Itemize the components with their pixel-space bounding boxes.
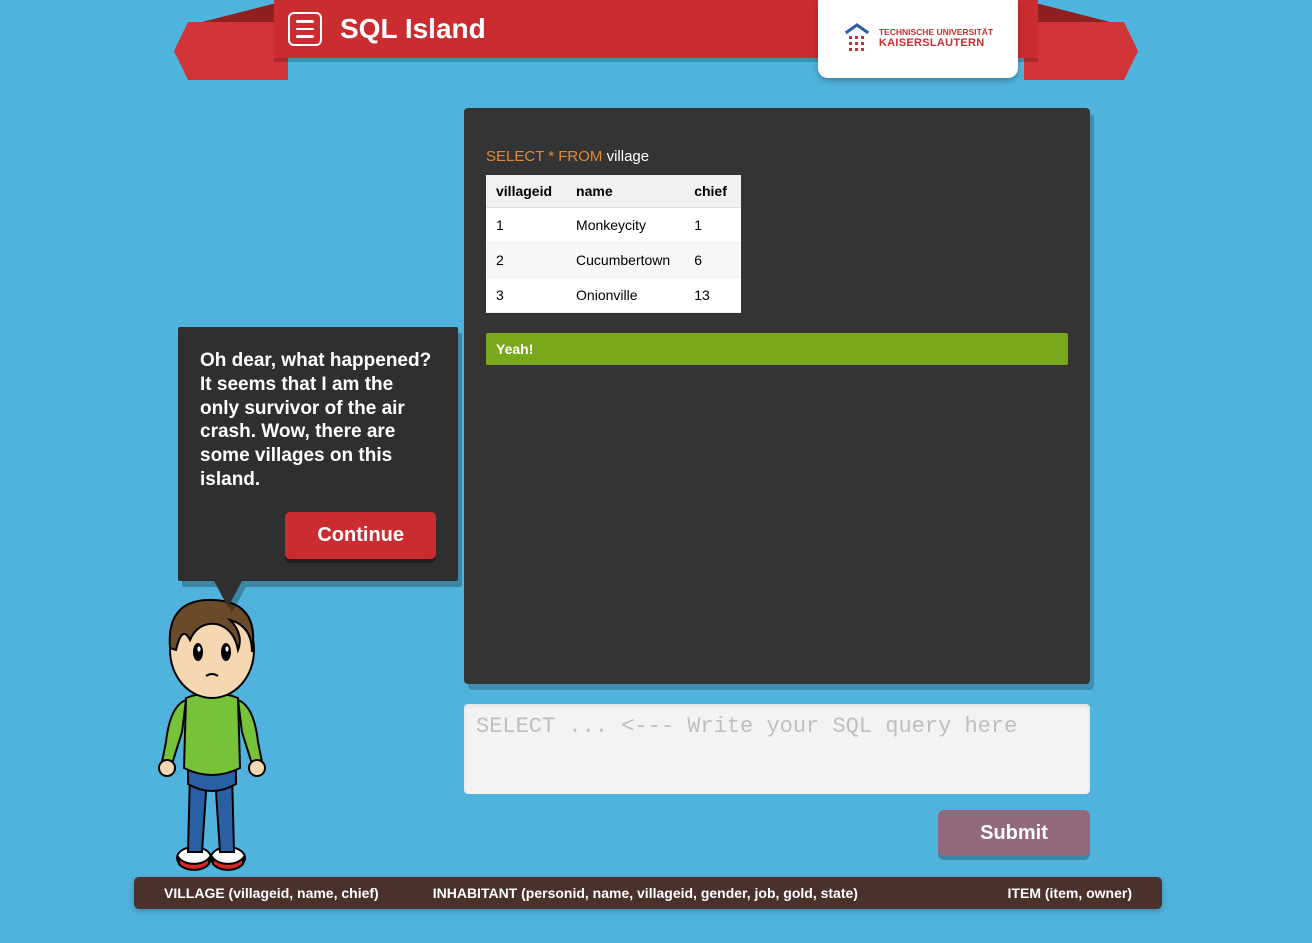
continue-button[interactable]: Continue (285, 512, 436, 559)
schema-item: ITEM (item, owner) (1008, 885, 1132, 901)
ribbon-left (188, 22, 288, 80)
schema-village: VILLAGE (villageid, name, chief) (164, 885, 379, 901)
character-avatar (152, 592, 272, 872)
app-title: SQL Island (340, 13, 486, 45)
col-villageid: villageid (486, 175, 566, 208)
university-line1: TECHNISCHE UNIVERSITÄT (879, 27, 993, 38)
ribbon-right (1024, 22, 1124, 80)
schema-bar: VILLAGE (villageid, name, chief) INHABIT… (134, 877, 1162, 909)
col-chief: chief (684, 175, 741, 208)
result-table: villageid name chief 1 Monkeycity 1 2 Cu… (486, 175, 741, 313)
sql-input[interactable] (464, 704, 1090, 794)
university-logo-icon (843, 22, 871, 56)
executed-query: SELECT * FROM village (486, 148, 1068, 165)
sql-keywords: SELECT * FROM (486, 148, 602, 165)
sql-rest: village (602, 148, 649, 165)
schema-inhabitant: INHABITANT (personid, name, villageid, g… (433, 885, 858, 901)
result-panel: SELECT * FROM village villageid name chi… (464, 108, 1090, 684)
speech-text: Oh dear, what happened? It seems that I … (200, 349, 436, 492)
speech-bubble: Oh dear, what happened? It seems that I … (178, 327, 458, 581)
success-message: Yeah! (486, 333, 1068, 365)
table-row: 1 Monkeycity 1 (486, 208, 741, 243)
table-row: 2 Cucumbertown 6 (486, 243, 741, 278)
header-banner: SQL Island TECHNISCHE UNIVERSITÄT KAISER… (0, 0, 1312, 100)
university-line2: KAISERSLAUTERN (879, 37, 993, 51)
table-row: 3 Onionville 13 (486, 278, 741, 313)
col-name: name (566, 175, 684, 208)
submit-button[interactable]: Submit (938, 810, 1090, 856)
menu-icon[interactable] (288, 12, 322, 46)
university-badge[interactable]: TECHNISCHE UNIVERSITÄT KAISERSLAUTERN (818, 0, 1018, 78)
